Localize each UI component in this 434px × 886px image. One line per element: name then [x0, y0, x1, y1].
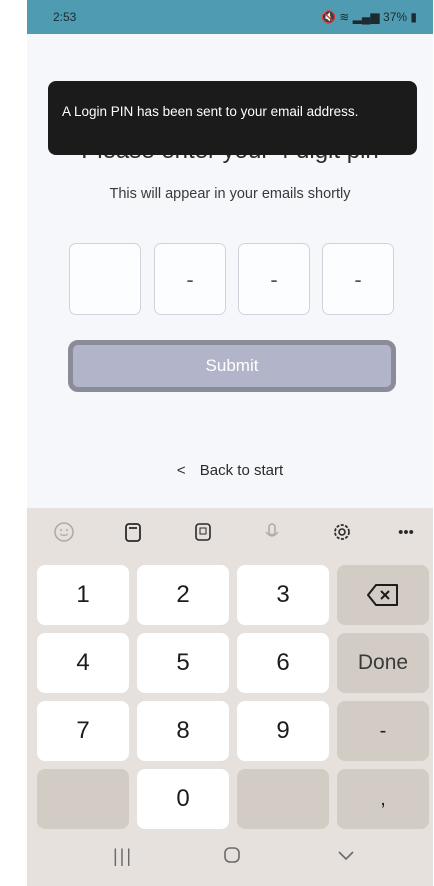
back-label: Back to start: [199, 462, 284, 479]
key-3[interactable]: 3: [237, 565, 329, 625]
pin-digit-4[interactable]: -: [322, 243, 394, 315]
home-icon[interactable]: [223, 846, 241, 869]
pin-digit-3[interactable]: -: [238, 243, 310, 315]
status-icons: 🔇 ≋ ▂▄▆ 37% ▮: [321, 10, 417, 24]
submit-button[interactable]: Submit: [68, 340, 396, 392]
clipboard-icon[interactable]: [120, 519, 146, 545]
key-label: 5: [176, 649, 190, 676]
backspace-icon: [367, 584, 398, 606]
toast-message: A Login PIN has been sent to your email …: [62, 104, 359, 119]
key-blank-right[interactable]: [237, 769, 329, 829]
key-6[interactable]: 6: [237, 633, 329, 693]
back-nav-icon[interactable]: [337, 846, 355, 869]
settings-icon[interactable]: [329, 519, 355, 545]
key-0[interactable]: 0: [137, 769, 229, 829]
system-nav-bar: |||: [27, 832, 433, 886]
key-label: -: [379, 719, 387, 742]
key-label: Done: [357, 651, 409, 674]
key-label: ,: [380, 787, 386, 810]
backspace-key[interactable]: [337, 565, 429, 625]
battery-icon: ▮: [410, 10, 417, 24]
signal-icon: ▂▄▆: [352, 10, 380, 24]
pin-digit-1[interactable]: [69, 243, 141, 315]
key-blank-left[interactable]: [37, 769, 129, 829]
keypad-icon[interactable]: [190, 519, 216, 545]
numeric-keypad: 1 2 3 4 5 6 Done 7 8 9 - 0 ,: [27, 556, 433, 832]
key-label: 0: [176, 785, 190, 812]
key-comma[interactable]: ,: [337, 769, 429, 829]
key-label: 9: [276, 717, 290, 744]
key-8[interactable]: 8: [137, 701, 229, 761]
key-5[interactable]: 5: [137, 633, 229, 693]
key-label: 4: [76, 649, 90, 676]
microphone-icon[interactable]: [259, 519, 285, 545]
key-label: 7: [76, 717, 90, 744]
key-4[interactable]: 4: [37, 633, 129, 693]
status-time: 2:53: [53, 10, 77, 24]
done-key[interactable]: Done: [337, 633, 429, 693]
keyboard-toolbar: •••: [27, 508, 433, 556]
page-subtitle: This will appear in your emails shortly: [109, 186, 351, 202]
back-to-start-link[interactable]: < Back to start: [27, 462, 433, 479]
pin-digit-3-value: -: [270, 267, 278, 292]
key-2[interactable]: 2: [137, 565, 229, 625]
mute-icon: 🔇: [321, 10, 336, 24]
key-label: 1: [76, 581, 90, 608]
status-bar: 2:53 🔇 ≋ ▂▄▆ 37% ▮: [27, 0, 433, 34]
recent-apps-icon[interactable]: |||: [113, 846, 133, 867]
key-1[interactable]: 1: [37, 565, 129, 625]
key-7[interactable]: 7: [37, 701, 129, 761]
wifi-icon: ≋: [339, 10, 350, 24]
chevron-left-icon: <: [176, 462, 186, 479]
battery-text: 37%: [383, 10, 408, 24]
submit-label: Submit: [205, 356, 259, 375]
pin-digit-4-value: -: [354, 267, 362, 292]
key-label: 3: [276, 581, 290, 608]
key-label: 2: [176, 581, 190, 608]
pin-digit-2[interactable]: -: [154, 243, 226, 315]
key-label: 6: [276, 649, 290, 676]
key-label: 8: [176, 717, 190, 744]
key-minus[interactable]: -: [337, 701, 429, 761]
key-9[interactable]: 9: [237, 701, 329, 761]
phone-screen: 2:53 🔇 ≋ ▂▄▆ 37% ▮ Please enter your 4 d…: [27, 0, 433, 886]
more-icon[interactable]: •••: [393, 519, 419, 545]
toast-notification: A Login PIN has been sent to your email …: [48, 81, 417, 155]
emoji-icon[interactable]: [51, 519, 77, 545]
pin-digit-2-value: -: [186, 267, 194, 292]
